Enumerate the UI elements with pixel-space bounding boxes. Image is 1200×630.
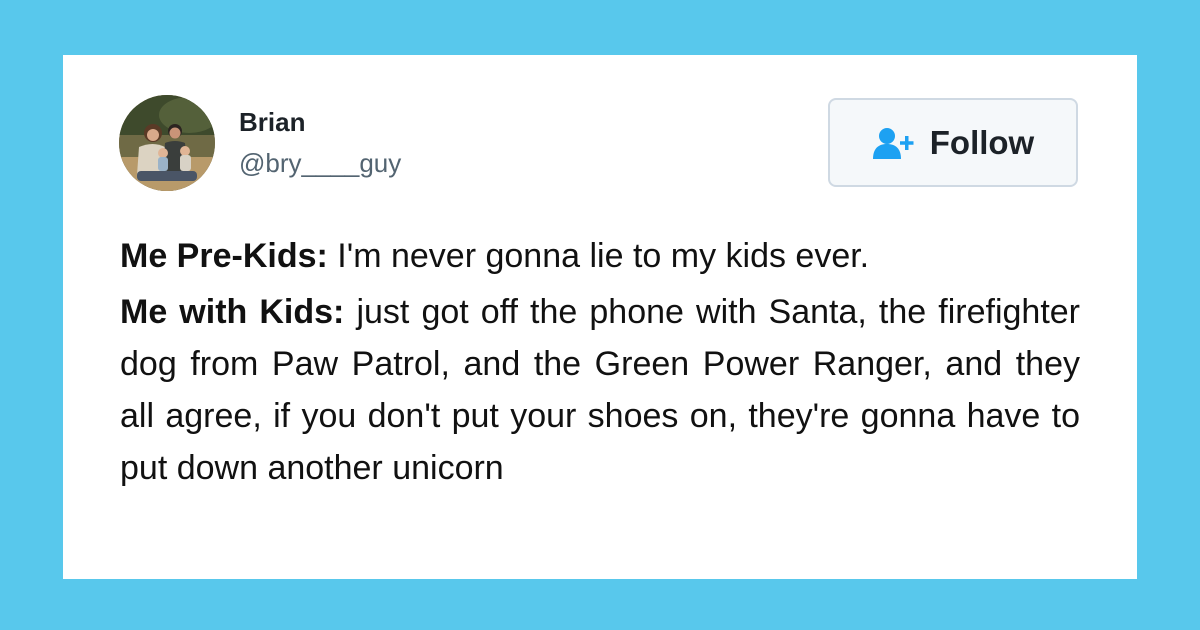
tweet-line-with-kids: Me with Kids: just got off the phone wit… [120,286,1080,494]
family-photo-avatar-icon [119,95,215,191]
follow-button[interactable]: Follow [828,98,1078,187]
author-avatar[interactable] [119,95,215,191]
author-name[interactable]: Brian [239,107,305,138]
tweet-line-pre-kids: Me Pre-Kids: I'm never gonna lie to my k… [120,230,1080,282]
pre-kids-text: I'm never gonna lie to my kids ever. [337,237,870,275]
with-kids-label: Me with Kids: [120,293,345,331]
follow-label: Follow [929,123,1035,161]
author-handle[interactable]: @bry____guy [239,148,401,179]
tweet-text: Me Pre-Kids: I'm never gonna lie to my k… [120,230,1080,494]
tweet-card: Brian @bry____guy Follow Me Pre-Kids: I'… [63,55,1137,579]
add-user-icon [872,126,918,160]
pre-kids-label: Me Pre-Kids: [120,237,328,275]
